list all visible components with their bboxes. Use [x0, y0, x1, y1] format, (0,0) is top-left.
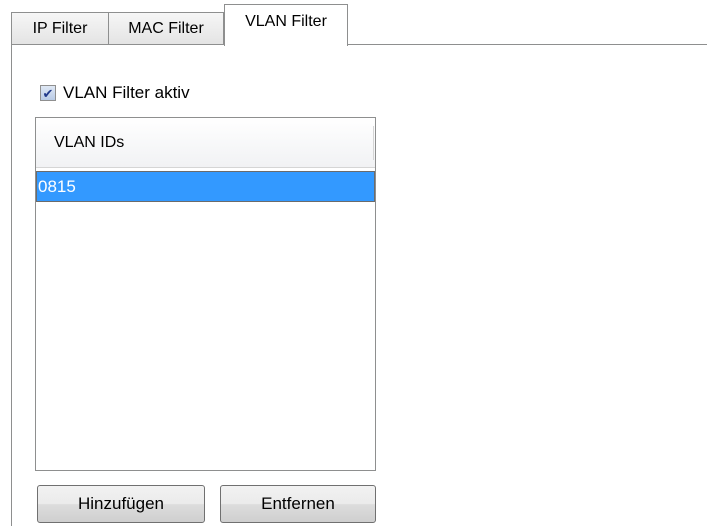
- vlan-filter-active-label[interactable]: VLAN Filter aktiv: [63, 83, 190, 103]
- list-item-label: 0815: [38, 176, 76, 196]
- list-item[interactable]: 0815: [36, 171, 375, 202]
- tab-mac-filter[interactable]: MAC Filter: [109, 12, 224, 44]
- remove-button-label: Entfernen: [261, 494, 335, 513]
- vlan-filter-active-checkbox[interactable]: ✔: [40, 85, 56, 101]
- check-icon: ✔: [42, 85, 54, 101]
- tab-strip: IP Filter MAC Filter VLAN Filter: [0, 0, 707, 46]
- tab-baseline: [11, 44, 707, 45]
- vlan-ids-list[interactable]: VLAN IDs 0815: [35, 117, 376, 471]
- add-button[interactable]: Hinzufügen: [37, 485, 205, 523]
- vlan-filter-active-row[interactable]: ✔ VLAN Filter aktiv: [40, 82, 190, 104]
- tab-label: MAC Filter: [128, 19, 204, 37]
- tab-label: VLAN Filter: [245, 12, 327, 30]
- column-header-vlan-ids[interactable]: VLAN IDs: [36, 118, 375, 168]
- add-button-label: Hinzufügen: [77, 494, 164, 513]
- tab-panel-border: [11, 45, 12, 526]
- tab-label: IP Filter: [32, 19, 88, 37]
- column-header-label: VLAN IDs: [54, 133, 125, 151]
- remove-button[interactable]: Entfernen: [220, 485, 376, 523]
- tab-ip-filter[interactable]: IP Filter: [11, 12, 109, 44]
- column-header-divider: [373, 126, 374, 160]
- tab-vlan-filter[interactable]: VLAN Filter: [224, 4, 348, 46]
